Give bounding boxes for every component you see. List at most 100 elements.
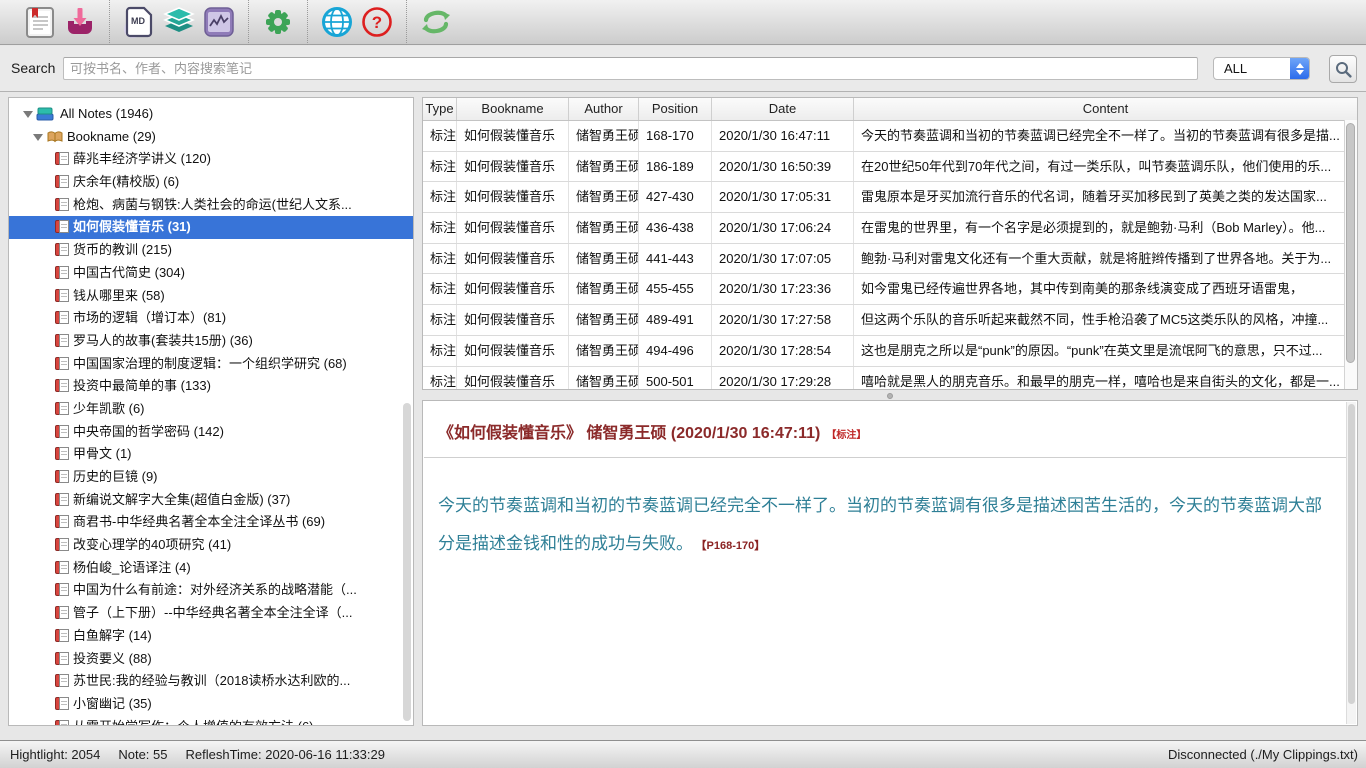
cell-content: 今天的节奏蓝调和当初的节奏蓝调已经完全不一样了。当初的节奏蓝调有很多是描...: [854, 121, 1357, 151]
tree-item-book[interactable]: 改变心理学的40项研究 (41): [9, 534, 413, 557]
settings-gear-icon[interactable]: [259, 2, 297, 42]
detail-scrollbar-thumb[interactable]: [1348, 404, 1355, 704]
tree-item-book[interactable]: 管子（上下册）--中华经典名著全本全注全译（...: [9, 602, 413, 625]
table-scrollbar-thumb[interactable]: [1346, 123, 1355, 363]
table-scrollbar[interactable]: [1344, 120, 1357, 389]
refresh-icon[interactable]: [417, 2, 455, 42]
tree-item-label: 市场的逻辑（增订本）(81): [73, 307, 407, 330]
table-row[interactable]: 标注 如何假装懂音乐 储智勇王硕 455-455 2020/1/30 17:23…: [423, 274, 1357, 305]
help-icon[interactable]: ?: [358, 2, 396, 42]
cell-author: 储智勇王硕: [569, 182, 639, 212]
tree-item-book[interactable]: 市场的逻辑（增订本）(81): [9, 307, 413, 330]
table-row[interactable]: 标注 如何假装懂音乐 储智勇王硕 500-501 2020/1/30 17:29…: [423, 367, 1357, 390]
tree-item-book[interactable]: 中国为什么有前途：对外经济关系的战略潜能（...: [9, 579, 413, 602]
table-row[interactable]: 标注 如何假装懂音乐 储智勇王硕 441-443 2020/1/30 17:07…: [423, 244, 1357, 275]
toolbar-separator: [307, 0, 308, 45]
note-document-icon[interactable]: [21, 2, 59, 42]
cell-author: 储智勇王硕: [569, 274, 639, 304]
disclosure-triangle-icon[interactable]: [33, 134, 43, 141]
tree-item-book[interactable]: 甲骨文 (1): [9, 443, 413, 466]
table-row[interactable]: 标注 如何假装懂音乐 储智勇王硕 494-496 2020/1/30 17:28…: [423, 336, 1357, 367]
tree-item-label: 中国古代简史 (304): [73, 262, 407, 285]
tree-item-label: 苏世民:我的经验与教训（2018读桥水达利欧的...: [73, 670, 407, 693]
stats-chart-glyph: [203, 6, 235, 38]
status-refresh-time: RefleshTime: 2020-06-16 11:33:29: [186, 747, 385, 762]
book-icon: [55, 719, 70, 726]
cell-author: 储智勇王硕: [569, 152, 639, 182]
tree-item-book[interactable]: 如何假装懂音乐 (31): [9, 216, 413, 239]
markdown-export-icon[interactable]: MD: [120, 2, 158, 42]
book-icon: [55, 242, 70, 257]
book-icon: [55, 469, 70, 484]
note-body-text: 今天的节奏蓝调和当初的节奏蓝调已经完全不一样了。当初的节奏蓝调有很多是描述困苦生…: [438, 496, 1322, 553]
tree-item-label: 从零开始学写作：个人增值的有效方法 (6): [73, 716, 407, 726]
splitter-handle-icon[interactable]: [887, 393, 893, 399]
tree-item-book[interactable]: 中国古代简史 (304): [9, 262, 413, 285]
book-tree-pane: All Notes (1946) Bookname (29) 薛兆丰经济学讲义 …: [8, 97, 414, 726]
toolbar-separator: [109, 0, 110, 45]
search-bar: Search ALL: [0, 46, 1366, 92]
cell-bookname: 如何假装懂音乐: [457, 274, 569, 304]
cell-bookname: 如何假装懂音乐: [457, 152, 569, 182]
tree-item-book[interactable]: 投资中最简单的事 (133): [9, 375, 413, 398]
column-header-content[interactable]: Content: [854, 98, 1357, 120]
sidebar-scrollbar[interactable]: [403, 403, 411, 721]
cell-date: 2020/1/30 17:07:05: [712, 244, 854, 274]
note-title-text: 《如何假装懂音乐》 储智勇王硕 (2020/1/30 16:47:11): [438, 425, 820, 442]
column-header-author[interactable]: Author: [569, 98, 639, 120]
tree-item-book[interactable]: 货币的教训 (215): [9, 239, 413, 262]
table-row[interactable]: 标注 如何假装懂音乐 储智勇王硕 186-189 2020/1/30 16:50…: [423, 152, 1357, 183]
import-clippings-icon[interactable]: [61, 2, 99, 42]
book-icon: [55, 673, 70, 688]
tree-item-book[interactable]: 中央帝国的哲学密码 (142): [9, 421, 413, 444]
toolbar-separator: [406, 0, 407, 45]
filter-dropdown[interactable]: ALL: [1213, 57, 1310, 80]
tree-item-label: All Notes (1946): [60, 103, 153, 126]
tree-item-book[interactable]: 从零开始学写作：个人增值的有效方法 (6): [9, 716, 413, 726]
layers-icon[interactable]: [160, 2, 198, 42]
tree-item-book[interactable]: 庆余年(精校版) (6): [9, 171, 413, 194]
book-icon: [55, 197, 70, 212]
search-input[interactable]: [63, 57, 1198, 80]
disclosure-triangle-icon[interactable]: [23, 111, 33, 118]
status-connection: Disconnected (./My Clippings.txt): [1168, 747, 1358, 762]
app-window: MD: [0, 0, 1366, 768]
tree-item-book[interactable]: 薛兆丰经济学讲义 (120): [9, 148, 413, 171]
tree-item-book[interactable]: 钱从哪里来 (58): [9, 285, 413, 308]
tree-item-book[interactable]: 新编说文解字大全集(超值白金版) (37): [9, 489, 413, 512]
cell-position: 186-189: [639, 152, 712, 182]
tree-item-book[interactable]: 枪炮、病菌与钢铁:人类社会的命运(世纪人文系...: [9, 194, 413, 217]
search-button[interactable]: [1329, 55, 1357, 83]
detail-scrollbar[interactable]: [1346, 402, 1356, 724]
tree-item-label: 商君书-中华经典名著全本全注全译丛书 (69): [73, 511, 407, 534]
tree-item-book[interactable]: 杨伯峻_论语译注 (4): [9, 557, 413, 580]
column-header-position[interactable]: Position: [639, 98, 712, 120]
cell-type: 标注: [423, 305, 457, 335]
cell-date: 2020/1/30 16:47:11: [712, 121, 854, 151]
cell-date: 2020/1/30 17:05:31: [712, 182, 854, 212]
tree-item-book[interactable]: 罗马人的故事(套装共15册) (36): [9, 330, 413, 353]
table-row[interactable]: 标注 如何假装懂音乐 储智勇王硕 489-491 2020/1/30 17:27…: [423, 305, 1357, 336]
tree-item-all-notes[interactable]: All Notes (1946): [9, 103, 413, 126]
tree-item-label: 白鱼解字 (14): [73, 625, 407, 648]
table-row[interactable]: 标注 如何假装懂音乐 储智勇王硕 427-430 2020/1/30 17:05…: [423, 182, 1357, 213]
all-notes-icon: [36, 106, 54, 126]
tree-item-book[interactable]: 小窗幽记 (35): [9, 693, 413, 716]
tree-item-bookname-group[interactable]: Bookname (29): [9, 126, 413, 149]
globe-icon[interactable]: [318, 2, 356, 42]
note-detail-body: 今天的节奏蓝调和当初的节奏蓝调已经完全不一样了。当初的节奏蓝调有很多是描述困苦生…: [438, 487, 1331, 565]
column-header-bookname[interactable]: Bookname: [457, 98, 569, 120]
tree-item-book[interactable]: 白鱼解字 (14): [9, 625, 413, 648]
tree-item-book[interactable]: 少年凯歌 (6): [9, 398, 413, 421]
tree-item-book[interactable]: 中国国家治理的制度逻辑：一个组织学研究 (68): [9, 353, 413, 376]
statistics-icon[interactable]: [200, 2, 238, 42]
pane-splitter[interactable]: [422, 390, 1358, 400]
tree-item-book[interactable]: 投资要义 (88): [9, 648, 413, 671]
table-row[interactable]: 标注 如何假装懂音乐 储智勇王硕 168-170 2020/1/30 16:47…: [423, 121, 1357, 152]
tree-item-book[interactable]: 历史的巨镜 (9): [9, 466, 413, 489]
tree-item-book[interactable]: 商君书-中华经典名著全本全注全译丛书 (69): [9, 511, 413, 534]
tree-item-book[interactable]: 苏世民:我的经验与教训（2018读桥水达利欧的...: [9, 670, 413, 693]
column-header-type[interactable]: Type: [423, 98, 457, 120]
column-header-date[interactable]: Date: [712, 98, 854, 120]
table-row[interactable]: 标注 如何假装懂音乐 储智勇王硕 436-438 2020/1/30 17:06…: [423, 213, 1357, 244]
